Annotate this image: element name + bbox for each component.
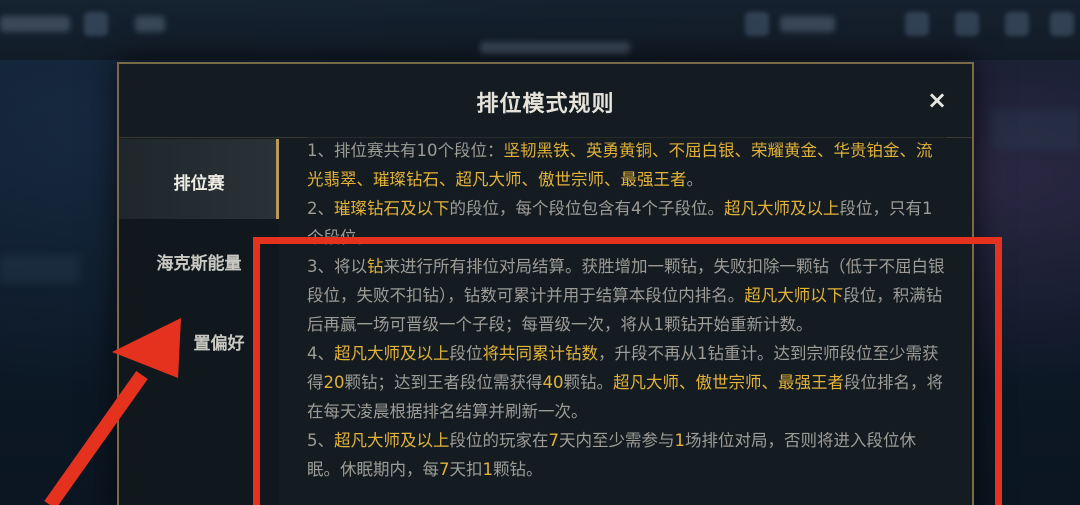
tab-ranked[interactable]: 排位赛 — [119, 139, 279, 219]
rule-text: 。 — [686, 170, 704, 189]
rule-text: 2、 — [307, 199, 334, 218]
blurred-right-panel — [990, 110, 1080, 150]
red-highlight-box — [253, 237, 1002, 505]
rule-text: 的段位，每个段位包含有4个子段位。 — [449, 199, 725, 218]
blurred-left-panel — [0, 255, 80, 283]
blurred-profile-icon — [1005, 12, 1029, 36]
blurred-top-bar — [0, 0, 1080, 60]
highlighted-text: 璀璨钻石及以下 — [334, 199, 450, 218]
blurred-nav-icon — [84, 12, 108, 36]
blurred-loot-icon — [955, 12, 979, 36]
blurred-twitch-icon — [745, 12, 769, 36]
blurred-nav-text — [0, 16, 70, 32]
highlighted-text: 超凡大师及以上 — [724, 199, 840, 218]
blurred-nav-text — [135, 16, 165, 32]
tab-label: 排位赛 — [173, 174, 225, 194]
close-icon[interactable]: × — [925, 88, 949, 112]
blurred-nav-text — [480, 42, 630, 54]
dialog-title: 排位模式规则 — [476, 92, 615, 117]
dialog-header: 排位模式规则 × — [119, 64, 972, 138]
blurred-settings-icon — [1050, 12, 1074, 36]
blurred-nav-text — [780, 16, 835, 32]
content-fade-top — [307, 136, 947, 146]
blurred-store-icon — [905, 12, 929, 36]
